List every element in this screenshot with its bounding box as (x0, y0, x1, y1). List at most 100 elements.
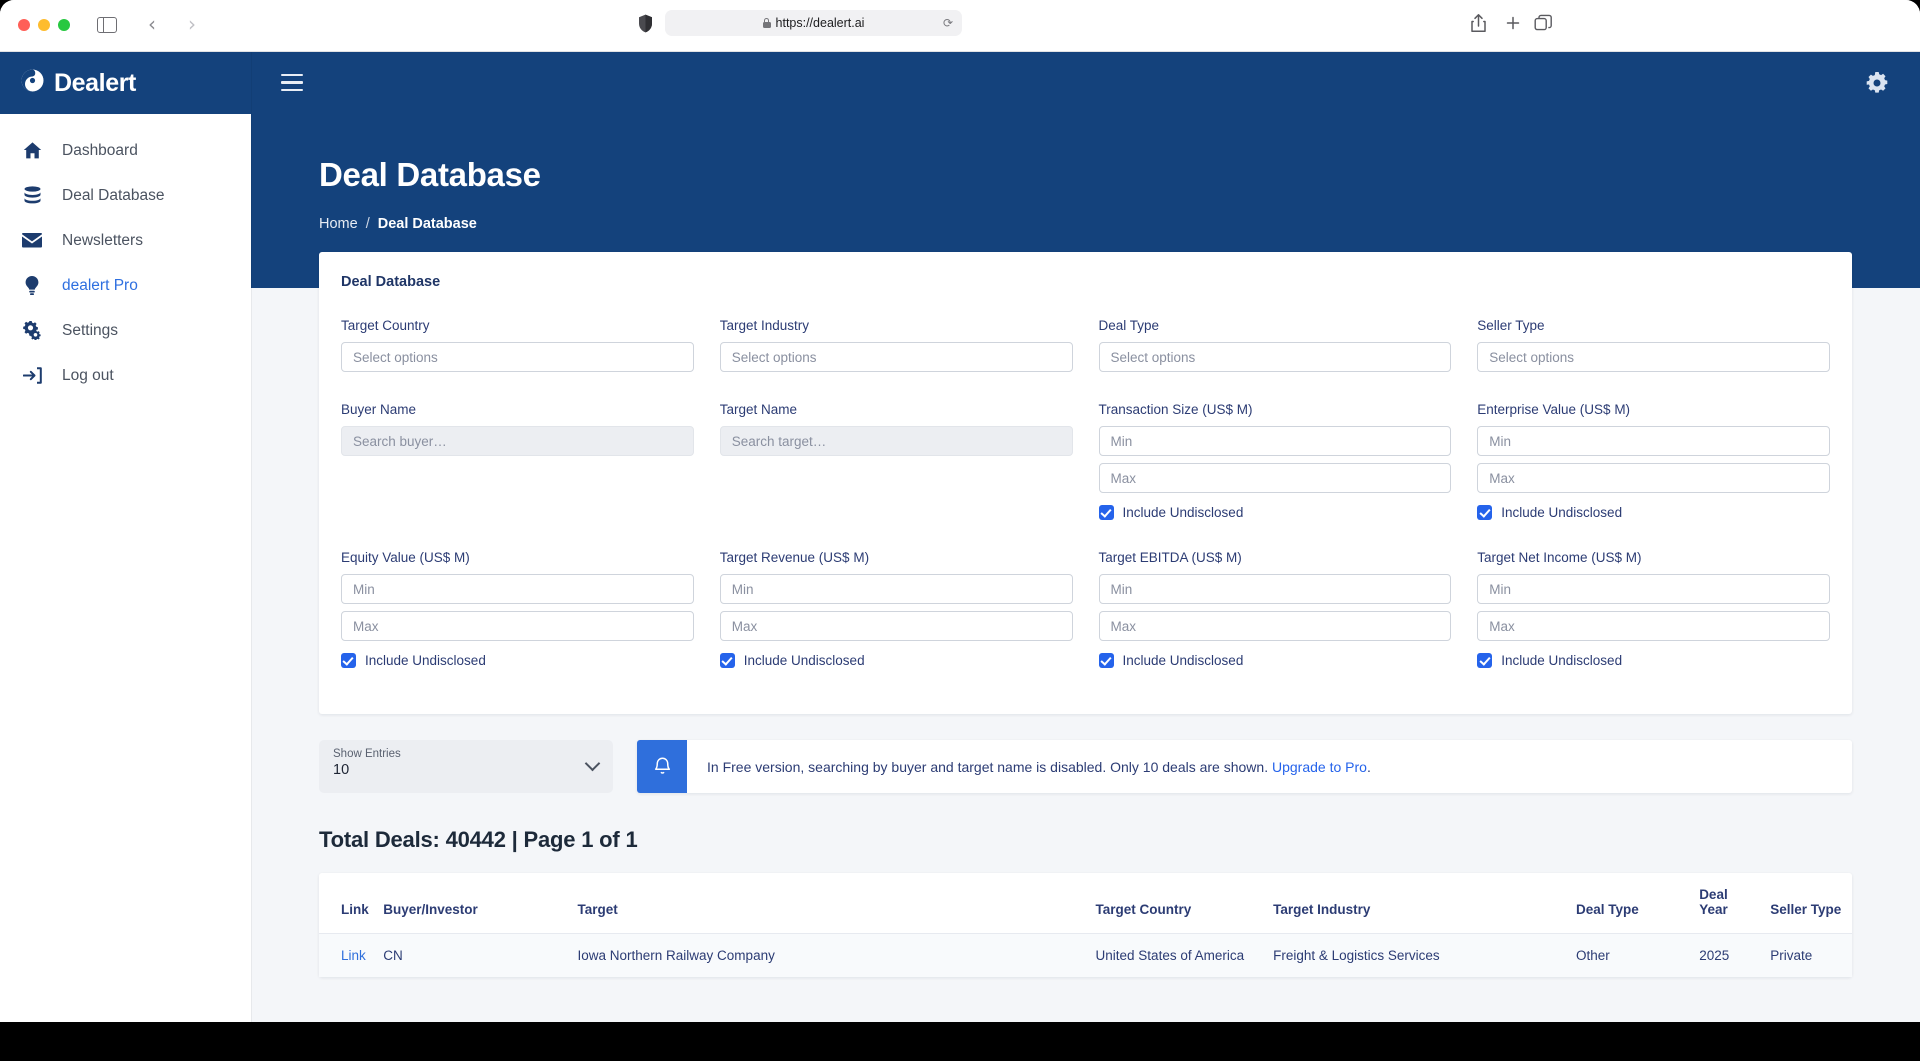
checkbox-checked-icon[interactable] (341, 653, 356, 668)
cell-target-country: United States of America (1095, 948, 1245, 963)
target-net-income-min-input[interactable] (1477, 574, 1830, 604)
filter-buyer-name: Buyer Name (341, 402, 694, 520)
checkbox-checked-icon[interactable] (1098, 653, 1114, 668)
column-header-buyer-investor[interactable]: Buyer/Investor (377, 873, 572, 934)
transaction-size-min-input[interactable] (1098, 426, 1452, 456)
buyer-name-input[interactable] (341, 426, 694, 456)
deals-table-head: Link Buyer/Investor Target Target Countr… (319, 873, 1852, 934)
sidebar-item-log-out[interactable]: Log out (0, 353, 251, 398)
sidebar-item-dealert-pro[interactable]: dealert Pro (0, 263, 251, 308)
tab-overview-icon[interactable] (1534, 13, 1553, 38)
upgrade-to-pro-link[interactable]: Upgrade to Pro (1272, 759, 1367, 775)
enterprise-value-include-undisclosed[interactable]: Include Undisclosed (1477, 505, 1830, 520)
deal-type-select[interactable] (1098, 342, 1452, 372)
column-header-target-country[interactable]: Target Country (1089, 873, 1268, 934)
seller-type-select[interactable] (1477, 342, 1830, 372)
share-icon[interactable] (1470, 13, 1487, 38)
screen-bottom-strip (0, 1022, 1920, 1061)
deals-table-body: Link CN Iowa Northern Railway Company Un… (319, 933, 1852, 978)
field-label: Target Revenue (US$ M) (719, 550, 870, 565)
checkbox-checked-icon[interactable] (1098, 505, 1114, 520)
column-header-target[interactable]: Target (571, 873, 1090, 934)
filter-row-3: Equity Value (US$ M) Include Undisclosed… (341, 550, 1830, 684)
column-header-target-industry[interactable]: Target Industry (1267, 873, 1570, 934)
deals-table: Link Buyer/Investor Target Target Countr… (319, 873, 1852, 977)
target-name-input[interactable] (719, 426, 1073, 456)
browser-back-button[interactable]: ‹ (142, 14, 162, 34)
hamburger-menu-icon[interactable] (281, 74, 303, 91)
sidebar-item-deal-database[interactable]: Deal Database (0, 173, 251, 218)
enterprise-value-min-input[interactable] (1477, 426, 1830, 456)
cell-target-industry: Freight & Logistics Services (1273, 948, 1440, 963)
target-revenue-min-input[interactable] (719, 574, 1073, 604)
close-window-button[interactable] (18, 19, 30, 31)
target-net-income-max-input[interactable] (1477, 611, 1830, 641)
sidebar-item-dashboard[interactable]: Dashboard (0, 128, 251, 173)
sidebar-item-newsletters[interactable]: Newsletters (0, 218, 251, 263)
equity-value-min-input[interactable] (341, 574, 694, 604)
app-viewport: Dealert Dashboard Deal Database Newslett… (0, 52, 1920, 1022)
equity-value-max-input[interactable] (341, 611, 694, 641)
cell-link: Link (319, 934, 377, 978)
url-bar[interactable]: https://dealert.ai ⟳ (665, 10, 962, 36)
checkbox-label: Include Undisclosed (743, 653, 865, 668)
filter-target-name: Target Name (719, 402, 1073, 520)
bell-icon (637, 740, 687, 793)
show-entries-select[interactable]: Show Entries 10 (319, 740, 613, 793)
alert-trailing: . (1366, 758, 1371, 775)
column-header-seller-type[interactable]: Seller Type (1764, 873, 1852, 934)
target-net-income-include-undisclosed[interactable]: Include Undisclosed (1477, 653, 1830, 668)
sidebar-item-label: dealert Pro (62, 276, 138, 294)
enterprise-value-max-input[interactable] (1477, 463, 1830, 493)
envelope-icon (22, 231, 42, 251)
alert-message-text: In Free version, searching by buyer and … (707, 758, 1269, 775)
checkbox-checked-icon[interactable] (1477, 505, 1493, 520)
controls-row: Show Entries 10 In Free version, searchi… (319, 740, 1852, 793)
equity-value-include-undisclosed[interactable]: Include Undisclosed (341, 653, 694, 668)
sidebar-item-settings[interactable]: Settings (0, 308, 251, 353)
sidebar-item-label: Settings (62, 321, 119, 339)
database-icon (22, 186, 42, 206)
checkbox-label: Include Undisclosed (1501, 505, 1623, 520)
filter-target-industry: Target Industry (719, 318, 1073, 372)
column-header-link[interactable]: Link (319, 873, 378, 934)
browser-forward-button[interactable]: › (182, 14, 202, 34)
target-revenue-max-input[interactable] (719, 611, 1073, 641)
field-label: Target Name (719, 402, 798, 417)
cell-deal-type: Other (1575, 948, 1610, 963)
checkbox-checked-icon[interactable] (1477, 653, 1493, 668)
target-ebitda-max-input[interactable] (1098, 611, 1452, 641)
target-industry-select[interactable] (719, 342, 1073, 372)
field-label: Transaction Size (US$ M) (1098, 402, 1253, 417)
checkbox-label: Include Undisclosed (365, 653, 486, 668)
window-traffic-lights (18, 19, 70, 31)
deal-link[interactable]: Link (341, 948, 366, 963)
target-country-select[interactable] (341, 342, 694, 372)
filter-target-country: Target Country (341, 318, 694, 372)
gear-icon[interactable] (1866, 72, 1888, 99)
dealert-logo-icon (20, 68, 45, 98)
transaction-size-include-undisclosed[interactable]: Include Undisclosed (1098, 505, 1452, 520)
gears-icon (22, 321, 42, 341)
shield-icon[interactable] (638, 14, 653, 33)
breadcrumb-home[interactable]: Home (319, 216, 358, 232)
sidebar-toggle-icon[interactable] (97, 17, 117, 33)
column-header-deal-year[interactable]: Deal Year (1693, 873, 1765, 934)
top-bar (251, 52, 1920, 114)
target-ebitda-min-input[interactable] (1098, 574, 1452, 604)
column-header-deal-type[interactable]: Deal Type (1569, 873, 1694, 934)
minimize-window-button[interactable] (38, 19, 50, 31)
checkbox-checked-icon[interactable] (719, 653, 735, 668)
field-label: Equity Value (US$ M) (341, 550, 470, 565)
target-revenue-include-undisclosed[interactable]: Include Undisclosed (719, 653, 1073, 668)
lightbulb-icon (22, 276, 42, 296)
maximize-window-button[interactable] (58, 19, 70, 31)
table-row[interactable]: Link CN Iowa Northern Railway Company Un… (319, 933, 1852, 978)
checkbox-label: Include Undisclosed (1122, 653, 1244, 668)
plus-icon[interactable] (1504, 13, 1522, 38)
sidebar-item-label: Newsletters (62, 231, 143, 249)
reload-icon[interactable]: ⟳ (943, 16, 953, 30)
transaction-size-max-input[interactable] (1098, 463, 1452, 493)
sidebar-item-label: Log out (62, 366, 114, 384)
target-ebitda-include-undisclosed[interactable]: Include Undisclosed (1098, 653, 1452, 668)
